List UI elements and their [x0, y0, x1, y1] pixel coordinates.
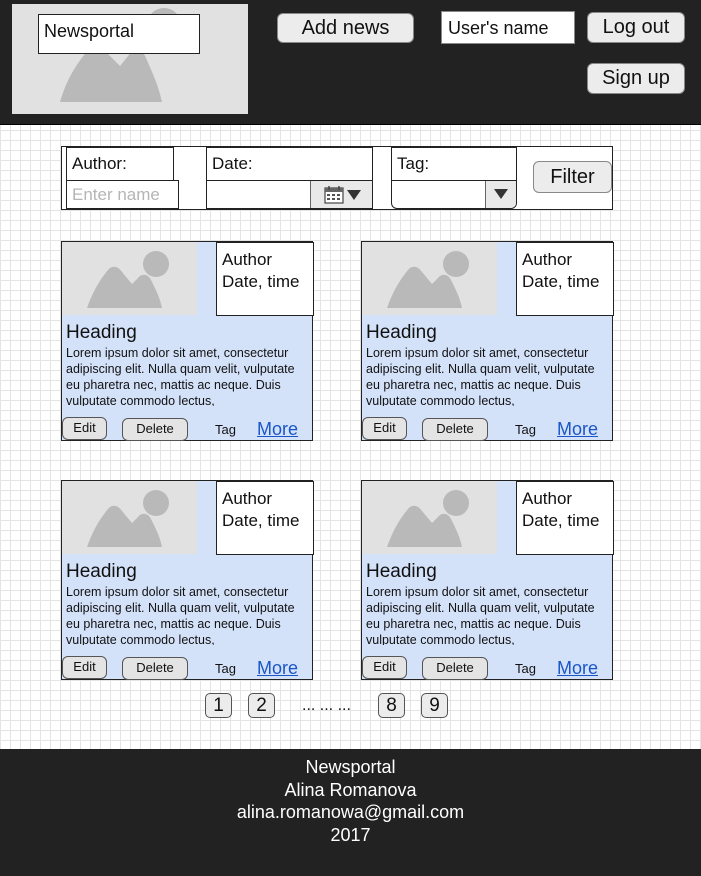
- card-image-placeholder: [362, 481, 497, 554]
- more-link[interactable]: More: [557, 419, 598, 440]
- header: Newsportal Add news User's name Log out …: [0, 0, 701, 125]
- pagination-ellipsis: ... ... ...: [302, 697, 351, 714]
- edit-button[interactable]: Edit: [62, 656, 107, 679]
- more-link[interactable]: More: [257, 658, 298, 679]
- author-input[interactable]: Enter name: [66, 180, 179, 209]
- card-datetime: Date, time: [222, 511, 300, 530]
- card-datetime: Date, time: [522, 511, 600, 530]
- page-button-8[interactable]: 8: [378, 693, 405, 718]
- edit-button[interactable]: Edit: [362, 417, 407, 440]
- add-news-button[interactable]: Add news: [277, 13, 414, 43]
- signup-button[interactable]: Sign up: [587, 63, 685, 94]
- card-tag[interactable]: Tag: [215, 422, 236, 437]
- card-heading: Heading: [66, 561, 137, 582]
- date-label: Date:: [206, 147, 373, 181]
- card-text: Lorem ipsum dolor sit amet, consectetur …: [66, 585, 295, 645]
- image-placeholder-icon: [387, 490, 469, 547]
- card-heading: Heading: [366, 561, 437, 582]
- card-datetime: Date, time: [222, 272, 300, 291]
- calendar-icon: [324, 186, 344, 204]
- card-meta: Author Date, time: [216, 481, 314, 555]
- card-text: Lorem ipsum dolor sit amet, consectetur …: [366, 346, 595, 406]
- footer-site-name: Newsportal: [305, 757, 396, 777]
- author-label: Author:: [66, 147, 174, 181]
- card-author: Author: [222, 489, 273, 508]
- image-placeholder-icon: [87, 251, 169, 308]
- card-image-placeholder: [62, 481, 197, 554]
- tag-select[interactable]: [391, 180, 517, 209]
- edit-button[interactable]: Edit: [62, 417, 107, 440]
- news-card: Author Date, time Heading Lorem ipsum do…: [61, 241, 314, 441]
- tag-select-button[interactable]: [485, 181, 516, 208]
- footer-year: 2017: [330, 824, 371, 845]
- card-tag[interactable]: Tag: [215, 661, 236, 676]
- date-picker-button[interactable]: [310, 181, 372, 208]
- card-tag[interactable]: Tag: [515, 661, 536, 676]
- image-placeholder-icon: [387, 251, 469, 308]
- chevron-down-icon: [347, 190, 361, 200]
- footer-author: Alina Romanova: [284, 779, 417, 800]
- date-picker[interactable]: [206, 180, 373, 209]
- more-link[interactable]: More: [257, 419, 298, 440]
- card-image-placeholder: [62, 242, 197, 315]
- card-image-placeholder: [362, 242, 497, 315]
- footer: Newsportal Alina Romanova alina.romanowa…: [0, 749, 701, 876]
- card-text: Lorem ipsum dolor sit amet, consectetur …: [366, 585, 595, 645]
- chevron-down-icon: [494, 189, 508, 199]
- card-heading: Heading: [366, 322, 437, 343]
- news-card: Author Date, time Heading Lorem ipsum do…: [61, 480, 314, 680]
- more-link[interactable]: More: [557, 658, 598, 679]
- site-name: Newsportal: [38, 14, 200, 54]
- delete-button[interactable]: Delete: [422, 657, 488, 680]
- card-meta: Author Date, time: [516, 481, 614, 555]
- edit-button[interactable]: Edit: [362, 656, 407, 679]
- card-tag[interactable]: Tag: [515, 422, 536, 437]
- image-placeholder-icon: [87, 490, 169, 547]
- page-button-9[interactable]: 9: [421, 693, 448, 718]
- card-text: Lorem ipsum dolor sit amet, consectetur …: [66, 346, 295, 406]
- filter-bar: Author: Enter name Date: Tag: Filter: [61, 146, 613, 210]
- user-name-field[interactable]: User's name: [441, 11, 575, 44]
- card-author: Author: [522, 489, 573, 508]
- page-button-2[interactable]: 2: [248, 693, 275, 718]
- card-datetime: Date, time: [522, 272, 600, 291]
- card-author: Author: [522, 250, 573, 269]
- news-card: Author Date, time Heading Lorem ipsum do…: [361, 241, 614, 441]
- card-meta: Author Date, time: [216, 242, 314, 316]
- card-meta: Author Date, time: [516, 242, 614, 316]
- delete-button[interactable]: Delete: [122, 657, 188, 680]
- page-button-1[interactable]: 1: [205, 693, 232, 718]
- logout-button[interactable]: Log out: [587, 12, 685, 43]
- filter-button[interactable]: Filter: [533, 161, 612, 193]
- tag-label: Tag:: [391, 147, 517, 181]
- delete-button[interactable]: Delete: [422, 418, 488, 441]
- footer-email: alina.romanowa@gmail.com: [236, 802, 465, 822]
- card-author: Author: [222, 250, 273, 269]
- card-heading: Heading: [66, 322, 137, 343]
- delete-button[interactable]: Delete: [122, 418, 188, 441]
- news-card: Author Date, time Heading Lorem ipsum do…: [361, 480, 614, 680]
